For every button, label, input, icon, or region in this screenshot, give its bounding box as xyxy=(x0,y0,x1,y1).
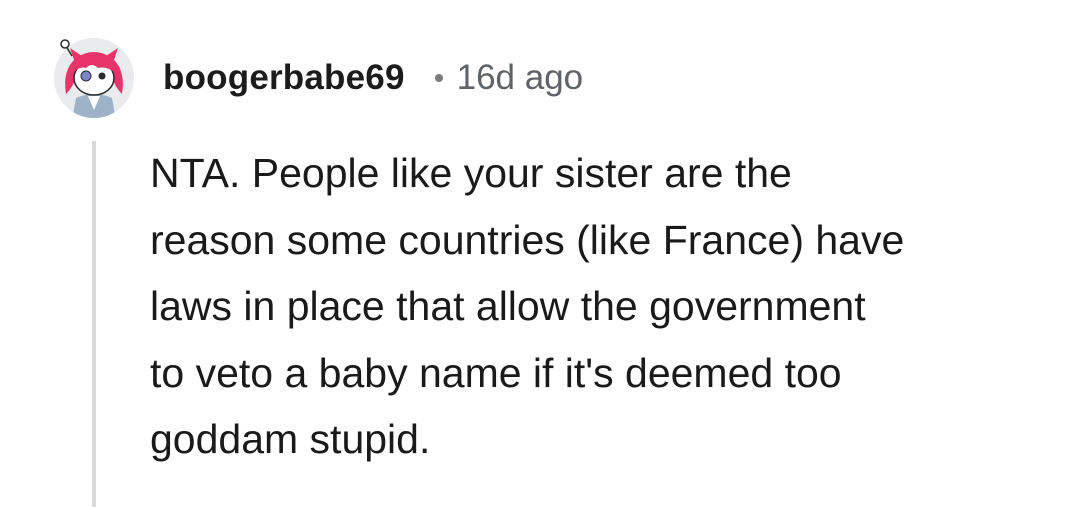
timestamp: 16d ago xyxy=(456,58,584,97)
separator-dot xyxy=(434,74,443,82)
comment-body: NTA. People like your sister are the rea… xyxy=(150,150,905,462)
snoo-avatar-icon xyxy=(54,38,134,118)
user-avatar[interactable] xyxy=(52,36,136,120)
thread-line[interactable] xyxy=(92,141,96,507)
username-link[interactable]: boogerbabe69 xyxy=(163,58,405,98)
comment: boogerbabe69 16d ago NTA. People like yo… xyxy=(0,0,1080,507)
comment-header: boogerbabe69 16d ago xyxy=(163,54,583,102)
